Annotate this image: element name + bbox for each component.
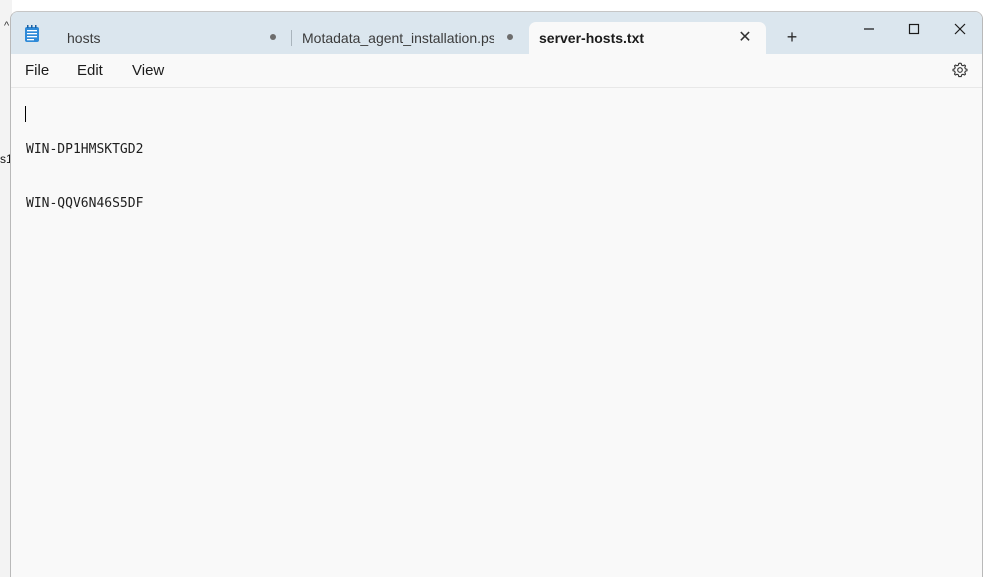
notepad-window: hosts Motadata_agent_installation.ps ser… [10,11,983,577]
title-bar[interactable]: hosts Motadata_agent_installation.ps ser… [11,12,982,54]
minimize-icon[interactable] [846,16,892,40]
editor-content[interactable]: WIN-DP1HMSKTGD2 WIN-QQV6N46S5DF [26,105,143,249]
tab-hosts[interactable]: hosts [54,22,286,54]
chevron-icon: ^ [4,20,10,32]
gear-icon[interactable] [952,62,968,78]
editor-line: WIN-QQV6N46S5DF [26,196,144,211]
menu-file[interactable]: File [25,62,49,79]
tab-label: server-hosts.txt [539,30,645,46]
tab-server-hosts[interactable]: server-hosts.txt ✕ [529,22,766,54]
tab-label: Motadata_agent_installation.ps [302,30,494,46]
close-icon[interactable]: ✕ [738,30,752,46]
menu-bar: File Edit View [11,54,982,88]
unsaved-dot-icon [270,34,276,40]
tab-motadata-agent-installation[interactable]: Motadata_agent_installation.ps [292,22,528,54]
menu-edit[interactable]: Edit [77,62,103,79]
editor-line: WIN-DP1HMSKTGD2 [26,142,144,157]
close-window-icon[interactable] [937,16,982,40]
maximize-icon[interactable] [891,16,937,40]
menu-view[interactable]: View [132,62,164,79]
tab-label: hosts [67,30,101,46]
text-editor[interactable]: WIN-DP1HMSKTGD2 WIN-QQV6N46S5DF [11,88,982,577]
unsaved-dot-icon [507,34,513,40]
plus-icon[interactable]: + [783,27,801,47]
notepad-icon [25,25,39,42]
